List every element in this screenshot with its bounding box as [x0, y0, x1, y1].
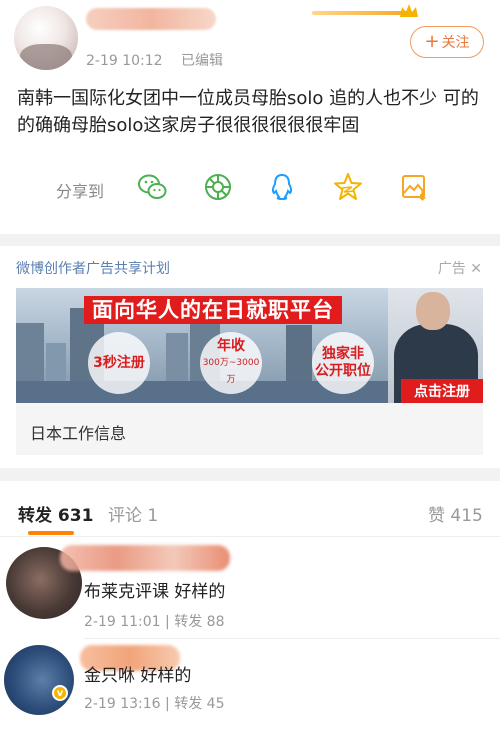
tab-likes[interactable]: 赞 415: [428, 501, 483, 526]
qzone-icon[interactable]: [332, 171, 364, 203]
tab-reposts-label: 转发: [18, 506, 52, 526]
ad-sponsor-label[interactable]: 微博创作者广告共享计划: [16, 258, 170, 278]
tab-comments-label: 评论: [108, 506, 142, 526]
close-icon[interactable]: ✕: [470, 261, 482, 277]
badge-quick-register: 3秒注册: [88, 332, 150, 394]
separator: |: [165, 696, 175, 712]
repost-timestamp: 2-19 11:01: [84, 614, 161, 630]
badge-exclusive-line2: 公开职位: [315, 363, 371, 379]
qq-icon[interactable]: [266, 171, 298, 203]
interaction-panel: 转发 631 评论 1 赞 415 布莱克评课 好样的 2-19 11:01 |…: [0, 481, 500, 743]
list-item[interactable]: 布莱克评课 好样的 2-19 11:01 | 转发 88: [0, 539, 500, 639]
tab-likes-count: 415: [450, 506, 483, 526]
divider: [84, 638, 500, 639]
list-item[interactable]: v 金只咻 好样的 2-19 13:16 | 转发 45: [0, 641, 500, 741]
share-label: 分享到: [56, 182, 105, 201]
post-content: 南韩一国际化女团中一位成员母胎solo 追的人也不少 可的的确确母胎solo这家…: [17, 88, 479, 136]
ad-tag[interactable]: 广告 ✕: [438, 258, 482, 278]
badge-salary: 年收 300万~3000万: [200, 332, 262, 394]
avatar[interactable]: [4, 645, 74, 715]
moments-icon[interactable]: [202, 171, 234, 203]
repost-meta: 2-19 11:01 | 转发 88: [84, 611, 224, 631]
plus-icon: +: [424, 31, 440, 52]
tab-comments[interactable]: 评论 1: [108, 501, 158, 526]
repost-meta: 2-19 13:16 | 转发 45: [84, 693, 224, 713]
post-timestamp: 2-19 10:12: [86, 53, 163, 69]
badge-salary-title: 年收: [217, 337, 245, 354]
banner-title: 面向华人的在日就职平台: [84, 296, 342, 324]
post-meta: 2-19 10:12 已编辑: [86, 50, 237, 70]
repost-text: 金只咻 好样的: [84, 666, 192, 686]
edited-label: 已编辑: [181, 53, 224, 69]
tab-comments-count: 1: [147, 506, 159, 526]
ad-card[interactable]: 微博创作者广告共享计划 广告 ✕ 面向华人的在日就职平台 3秒注册 年收 300…: [0, 246, 500, 468]
repost-count-label: 转发: [174, 696, 203, 712]
repost-timestamp: 2-19 13:16: [84, 696, 161, 712]
follow-label: 关注: [441, 35, 470, 51]
author-name-redacted: [86, 8, 216, 30]
interaction-tabs: 转发 631 评论 1 赞 415: [0, 481, 500, 537]
vip-badge-icon: v: [52, 685, 68, 701]
repost-count-label: 转发: [174, 614, 203, 630]
weibo-post: 2-19 10:12 已编辑 + 关注 南韩一国际化女团中一位成员母胎solo …: [0, 0, 500, 234]
vip-bar: [312, 11, 412, 15]
separator: |: [165, 614, 175, 630]
username-redacted: [60, 545, 230, 571]
active-tab-indicator: [28, 531, 74, 535]
tab-likes-label: 赞: [428, 506, 445, 526]
follow-button[interactable]: + 关注: [410, 26, 484, 58]
badge-salary-range: 300万~3000万: [202, 357, 260, 385]
author-avatar[interactable]: [14, 6, 78, 70]
repost-text: 布莱克评课 好样的: [84, 582, 226, 602]
share-row: 分享到: [0, 170, 500, 206]
badge-quick-register-label: 3秒注册: [93, 354, 145, 371]
register-cta-button[interactable]: 点击注册: [401, 379, 483, 403]
ad-tag-label: 广告: [437, 261, 466, 277]
ad-banner[interactable]: 面向华人的在日就职平台 3秒注册 年收 300万~3000万 独家非 公开职位 …: [16, 288, 483, 403]
repost-count: 45: [206, 696, 225, 712]
crown-icon: [400, 4, 418, 17]
badge-exclusive: 独家非 公开职位: [312, 332, 374, 394]
wechat-icon[interactable]: [136, 171, 168, 203]
ad-caption[interactable]: 日本工作信息: [16, 403, 483, 455]
tab-reposts-count: 631: [57, 506, 94, 526]
badge-exclusive-line1: 独家非: [322, 346, 364, 362]
repost-count: 88: [206, 614, 225, 630]
save-image-icon[interactable]: [398, 171, 430, 203]
tab-reposts[interactable]: 转发 631: [18, 501, 93, 526]
